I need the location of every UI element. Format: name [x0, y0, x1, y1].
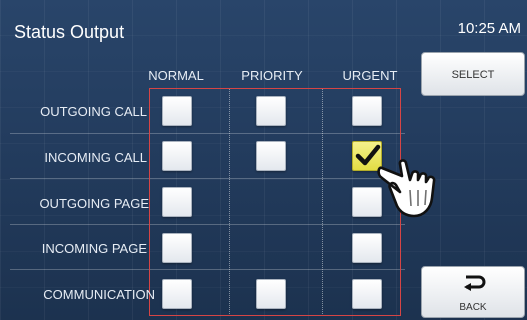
checkbox-urgent[interactable]	[352, 96, 382, 126]
row-label-outgoing-call: OUTGOING CALL	[40, 104, 147, 119]
row-label-incoming-call: INCOMING CALL	[44, 150, 147, 165]
checkbox-urgent[interactable]	[352, 279, 382, 309]
checkbox-normal[interactable]	[162, 233, 192, 263]
clock: 10:25 AM	[457, 20, 521, 37]
column-header-normal: NORMAL	[148, 68, 204, 83]
back-arrow-icon	[462, 274, 486, 295]
checkbox-normal[interactable]	[162, 187, 192, 217]
checkbox-priority[interactable]	[256, 141, 286, 171]
checkbox-priority[interactable]	[256, 96, 286, 126]
row-label-outgoing-page: OUTGOING PAGE	[39, 196, 149, 211]
select-button[interactable]: SELECT	[421, 52, 525, 96]
row-label-incoming-page: INCOMING PAGE	[41, 241, 147, 256]
back-button[interactable]: BACK	[421, 266, 525, 318]
checkbox-priority[interactable]	[256, 279, 286, 309]
row-label-communication: COMMUNICATION	[43, 287, 155, 302]
back-label: BACK	[459, 302, 487, 313]
column-header-urgent: URGENT	[342, 68, 398, 83]
checkbox-normal[interactable]	[162, 141, 192, 171]
column-header-priority: PRIORITY	[241, 68, 303, 83]
hand-pointer-icon	[376, 150, 454, 225]
checkbox-normal[interactable]	[162, 96, 192, 126]
checkbox-normal[interactable]	[162, 279, 192, 309]
page-title: Status Output	[14, 22, 125, 42]
checkbox-urgent[interactable]	[352, 233, 382, 263]
